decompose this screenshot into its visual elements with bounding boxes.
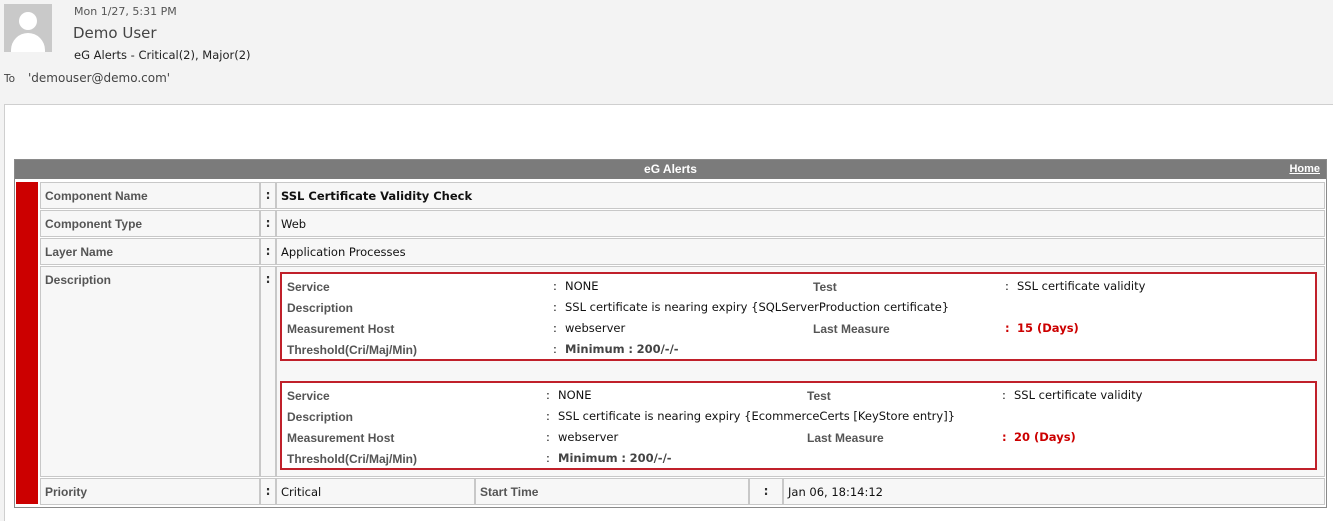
colon: : [553, 321, 557, 335]
colon-cell: : [260, 210, 276, 237]
threshold-key: Minimum [565, 342, 625, 356]
threshold-numbers: 200/-/- [629, 451, 672, 465]
colon: : [553, 342, 557, 356]
colon: : [1002, 388, 1006, 402]
alert-detail-2: Service : NONE Test : SSL certificate va… [280, 381, 1317, 470]
start-time-label: Start Time [480, 485, 539, 499]
colon: : [1002, 430, 1007, 444]
component-type-label-cell: Component Type [40, 210, 260, 237]
colon-cell: : [260, 266, 276, 477]
colon-cell: : [260, 182, 276, 209]
measurement-host-value: webserver [565, 321, 626, 335]
colon: : [265, 244, 271, 258]
description-label-cell: Description [40, 266, 260, 477]
start-time-value-cell: Jan 06, 18:14:12 [783, 478, 1325, 505]
colon-cell: : [749, 478, 783, 505]
test-value: SSL certificate validity [1014, 388, 1143, 402]
priority-value: Critical [281, 485, 322, 499]
measurement-host-label: Measurement Host [287, 322, 395, 336]
home-link[interactable]: Home [1289, 163, 1320, 175]
colon: : [546, 430, 550, 444]
test-value: SSL certificate validity [1017, 279, 1146, 293]
colon: : [553, 279, 557, 293]
recipient-address[interactable]: 'demouser@demo.com' [28, 71, 170, 85]
colon: : [265, 272, 271, 286]
avatar[interactable] [4, 4, 52, 52]
priority-label-cell: Priority [40, 478, 260, 505]
colon: : [546, 388, 550, 402]
colon: : [265, 188, 271, 202]
colon: : [546, 409, 550, 423]
component-name-label: Component Name [45, 189, 148, 203]
last-measure-value: 20 (Days) [1014, 430, 1076, 444]
component-name-value: SSL Certificate Validity Check [281, 189, 473, 203]
colon: : [628, 342, 633, 356]
threshold-value: Minimum : 200/-/- [565, 342, 679, 356]
alert-table: eG Alerts Home Component Name : SSL Cert… [14, 159, 1327, 508]
layer-name-label-cell: Layer Name [40, 238, 260, 265]
start-time-label-cell: Start Time [475, 478, 749, 505]
last-measure-label: Last Measure [807, 431, 884, 445]
service-value: NONE [565, 279, 599, 293]
last-measure-value: 15 (Days) [1017, 321, 1079, 335]
layer-name-value-cell: Application Processes [276, 238, 1325, 265]
component-type-value-cell: Web [276, 210, 1325, 237]
colon: : [1005, 279, 1009, 293]
alert-title-bar: eG Alerts Home [15, 160, 1326, 179]
colon: : [265, 216, 271, 230]
component-name-label-cell: Component Name [40, 182, 260, 209]
service-value: NONE [558, 388, 592, 402]
sender-name[interactable]: Demo User [73, 24, 157, 42]
measurement-host-value: webserver [558, 430, 619, 444]
colon: : [1005, 321, 1010, 335]
threshold-key: Minimum [558, 451, 618, 465]
last-measure-label: Last Measure [813, 322, 890, 336]
colon-cell: : [260, 238, 276, 265]
colon: : [546, 451, 550, 465]
threshold-label: Threshold(Cri/Maj/Min) [287, 452, 417, 466]
message-date: Mon 1/27, 5:31 PM [74, 5, 177, 18]
test-label: Test [813, 280, 837, 294]
component-type-label: Component Type [45, 217, 143, 231]
service-label: Service [287, 389, 330, 403]
component-name-value-cell: SSL Certificate Validity Check [276, 182, 1325, 209]
detail-description-value: SSL certificate is nearing expiry {SQLSe… [565, 300, 950, 314]
colon: : [763, 484, 769, 498]
to-label: To [4, 73, 16, 85]
test-label: Test [807, 389, 831, 403]
priority-label: Priority [45, 485, 88, 499]
threshold-value: Minimum : 200/-/- [558, 451, 672, 465]
start-time-value: Jan 06, 18:14:12 [788, 485, 883, 499]
colon-cell: : [260, 478, 276, 505]
measurement-host-label: Measurement Host [287, 431, 395, 445]
colon: : [621, 451, 626, 465]
detail-description-value: SSL certificate is nearing expiry {Ecomm… [558, 409, 956, 423]
colon: : [553, 300, 557, 314]
description-label: Description [45, 273, 112, 287]
layer-name-value: Application Processes [281, 245, 406, 259]
detail-description-label: Description [287, 301, 354, 315]
detail-description-label: Description [287, 410, 354, 424]
layer-name-label: Layer Name [45, 245, 114, 259]
threshold-numbers: 200/-/- [636, 342, 679, 356]
threshold-label: Threshold(Cri/Maj/Min) [287, 343, 417, 357]
priority-value-cell: Critical [276, 478, 475, 505]
message-subject: eG Alerts - Critical(2), Major(2) [74, 48, 251, 62]
mail-header: Mon 1/27, 5:31 PM Demo User eG Alerts - … [0, 0, 1333, 100]
alert-detail-1: Service : NONE Test : SSL certificate va… [280, 272, 1317, 361]
severity-indicator [16, 182, 38, 504]
colon: : [265, 484, 271, 498]
service-label: Service [287, 280, 330, 294]
component-type-value: Web [281, 217, 307, 231]
alert-title: eG Alerts [644, 162, 697, 176]
